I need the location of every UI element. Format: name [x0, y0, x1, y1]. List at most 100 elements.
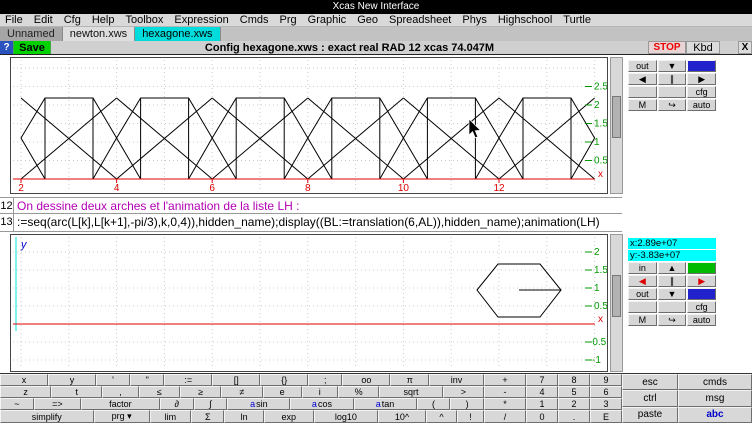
key-2[interactable]: 2 [558, 398, 590, 410]
right-arrow-button[interactable]: ▶ [687, 73, 716, 85]
up-arrow-button[interactable]: ▲ [658, 262, 687, 274]
key-3[interactable]: 3 [590, 398, 622, 410]
cmds-button[interactable]: cmds [678, 374, 752, 390]
key-braces[interactable]: {} [260, 374, 308, 386]
key-partial[interactable]: ∂ [160, 398, 194, 410]
key-4[interactable]: 4 [526, 386, 558, 398]
key-factor[interactable]: factor [81, 398, 160, 410]
help-button[interactable]: ? [0, 41, 13, 54]
scrollbar-thumb[interactable] [612, 275, 621, 317]
key-caret[interactable]: ^ [426, 410, 457, 423]
menu-graphic[interactable]: Graphic [308, 14, 347, 26]
stop-button[interactable]: STOP [648, 41, 686, 54]
key-tilde[interactable]: ~ [0, 398, 34, 410]
key-7[interactable]: 7 [526, 374, 558, 386]
entry-number[interactable]: 13 [0, 214, 14, 231]
menu-turtle[interactable]: Turtle [563, 14, 591, 26]
autoscale-button[interactable]: auto [687, 314, 716, 326]
key-y[interactable]: y [48, 374, 96, 386]
menu-button[interactable]: M [628, 314, 657, 326]
left-arrow-button[interactable]: ◀ [628, 73, 657, 85]
key-e[interactable]: e [263, 386, 302, 398]
menu-prg[interactable]: Prg [280, 14, 297, 26]
key-z[interactable]: z [0, 386, 51, 398]
key-e[interactable]: E [590, 410, 622, 423]
key-implies[interactable]: => [34, 398, 81, 410]
key-8[interactable]: 8 [558, 374, 590, 386]
key-lim[interactable]: lim [150, 410, 192, 423]
comment-text[interactable]: On dessine deux arches et l'animation de… [14, 198, 299, 213]
graph-canvas-hexagon[interactable]: y 2 1.5 1 0.5 -0.5 -1 x [10, 234, 608, 372]
key-5[interactable]: 5 [558, 386, 590, 398]
menu-cfg[interactable]: Cfg [64, 14, 81, 26]
key-times[interactable]: * [484, 398, 526, 410]
key-acos[interactable]: acos [290, 398, 353, 410]
key-ge[interactable]: ≥ [180, 386, 221, 398]
entry-number[interactable]: 12 [0, 198, 14, 213]
blank-button[interactable] [658, 301, 687, 313]
kbd-toggle-button[interactable]: Kbd [686, 41, 720, 54]
graph2-scrollbar[interactable] [610, 234, 623, 372]
key-rparen[interactable]: ) [450, 398, 484, 410]
key-6[interactable]: 6 [590, 386, 622, 398]
key-1[interactable]: 1 [526, 398, 558, 410]
key-simplify[interactable]: simplify [0, 410, 94, 423]
key-asin[interactable]: asin [227, 398, 290, 410]
blue-zoom-button[interactable] [687, 60, 716, 72]
key-semicolon[interactable]: ; [308, 374, 342, 386]
tab-unnamed[interactable]: Unnamed [0, 27, 63, 41]
close-session-button[interactable]: X [738, 41, 752, 54]
anim-back-button[interactable]: ◀ [628, 275, 657, 287]
menu-help[interactable]: Help [92, 14, 115, 26]
cfg-button[interactable]: cfg [687, 301, 716, 313]
menu-expression[interactable]: Expression [174, 14, 228, 26]
menu-edit[interactable]: Edit [34, 14, 53, 26]
key-0[interactable]: 0 [526, 410, 558, 423]
paste-button[interactable]: paste [622, 407, 678, 423]
key-sigma[interactable]: Σ [191, 410, 224, 423]
down-arrow-button[interactable]: ▼ [658, 60, 687, 72]
cfg-button[interactable]: cfg [687, 86, 716, 98]
menu-file[interactable]: File [5, 14, 23, 26]
down-arrow-button[interactable]: ▼ [658, 288, 687, 300]
key-ne[interactable]: ≠ [221, 386, 262, 398]
key-t[interactable]: t [51, 386, 102, 398]
config-status-button[interactable]: Config hexagone.xws : exact real RAD 12 … [51, 41, 648, 54]
blank-button[interactable] [658, 86, 687, 98]
key-exp[interactable]: exp [264, 410, 314, 423]
zoom-out-button[interactable]: out [628, 60, 657, 72]
key-brackets[interactable]: [] [212, 374, 260, 386]
esc-button[interactable]: esc [622, 374, 678, 390]
key-integral[interactable]: ∫ [194, 398, 228, 410]
blue-zoom-button[interactable] [687, 288, 716, 300]
tab-hexagone-xws[interactable]: hexagone.xws [135, 27, 220, 41]
key-le[interactable]: ≤ [139, 386, 180, 398]
ctrl-button[interactable]: ctrl [622, 390, 678, 406]
key-ln[interactable]: ln [224, 410, 263, 423]
zoom-out-button[interactable]: out [628, 288, 657, 300]
menu-geo[interactable]: Geo [357, 14, 378, 26]
key-quote[interactable]: ' [96, 374, 130, 386]
key-plus[interactable]: + [484, 374, 526, 386]
key-double-quote[interactable]: " [130, 374, 164, 386]
key-divide[interactable]: / [484, 410, 526, 423]
key-log10[interactable]: log10 [314, 410, 378, 423]
graph-canvas-arches[interactable]: 2 4 6 8 10 12 2.5 2 1.5 1 0.5 x [10, 57, 608, 194]
key-inv[interactable]: inv [429, 374, 484, 386]
key-gt[interactable]: > [443, 386, 484, 398]
zoom-in-button[interactable]: in [628, 262, 657, 274]
anim-forward-button[interactable]: ▶ [687, 275, 716, 287]
blank-button[interactable] [628, 86, 657, 98]
redo-arrow-button[interactable]: ↪ [658, 99, 687, 111]
key-sqrt[interactable]: sqrt [379, 386, 442, 398]
menu-phys[interactable]: Phys [462, 14, 486, 26]
redo-arrow-button[interactable]: ↪ [658, 314, 687, 326]
key-i[interactable]: i [302, 386, 338, 398]
key-ten-pow[interactable]: 10^ [378, 410, 426, 423]
key-x[interactable]: x [0, 374, 48, 386]
msg-button[interactable]: msg [678, 390, 752, 406]
scrollbar-thumb[interactable] [612, 96, 621, 138]
save-button[interactable]: Save [13, 41, 51, 54]
key-dot[interactable]: . [558, 410, 590, 423]
key-percent[interactable]: % [338, 386, 379, 398]
